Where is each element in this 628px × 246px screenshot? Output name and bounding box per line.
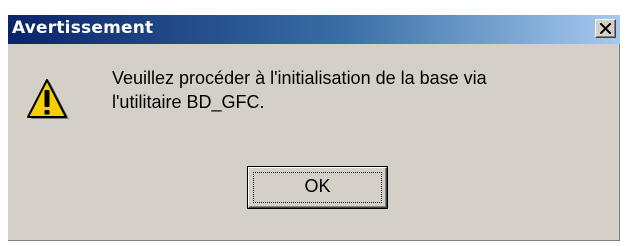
ok-button-label: OK xyxy=(304,176,331,196)
warning-icon xyxy=(27,79,69,119)
dialog-message: Veuillez procéder à l'initialisation de … xyxy=(112,66,592,114)
close-icon xyxy=(600,23,612,34)
message-line-1: Veuillez procéder à l'initialisation de … xyxy=(112,68,487,88)
title-bar[interactable]: Avertissement xyxy=(8,15,620,44)
warning-dialog: Avertissement Veuillez procéder à l'init… xyxy=(8,15,620,241)
window-title: Avertissement xyxy=(12,18,154,38)
ok-button[interactable]: OK xyxy=(247,166,388,209)
close-button[interactable] xyxy=(595,19,616,38)
message-line-2: l'utilitaire BD_GFC. xyxy=(112,92,265,112)
